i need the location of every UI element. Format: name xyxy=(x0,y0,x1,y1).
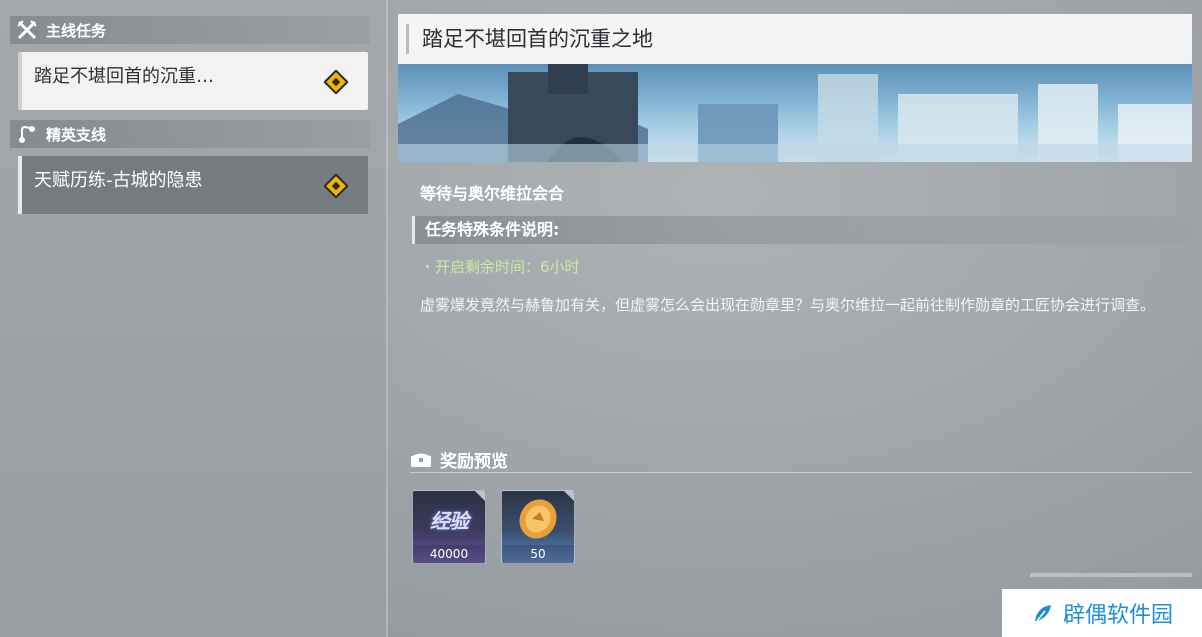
reward-preview-label: 奖励预览 xyxy=(440,451,508,472)
chest-icon xyxy=(410,450,432,468)
leaf-logo-icon xyxy=(1031,601,1055,625)
quest-item-title: 天赋历练-古城的隐患 xyxy=(34,170,203,191)
quest-item-title: 踏足不堪回首的沉重… xyxy=(34,66,214,87)
quest-title: 踏足不堪回首的沉重之地 xyxy=(398,14,1192,64)
reward-count: 40000 xyxy=(413,545,485,563)
corner-mark xyxy=(564,491,574,501)
elite-quest-category-label: 精英支线 xyxy=(46,125,107,144)
quest-banner-image xyxy=(398,64,1192,162)
quest-description: 虚雾爆发竟然与赫鲁加有关，但虚雾怎么会出现在勋章里？与奥尔维拉一起前往制作勋章的… xyxy=(420,296,1156,314)
reward-count: 50 xyxy=(502,545,574,563)
branch-icon xyxy=(16,123,38,145)
watermark-text: 辟偶软件园 xyxy=(1062,603,1173,628)
track-diamond-icon xyxy=(323,173,349,199)
reward-coin[interactable]: 50 xyxy=(501,490,575,564)
watermark: 辟偶软件园 xyxy=(1002,589,1202,637)
special-conditions-header: 任务特殊条件说明: xyxy=(412,216,1192,244)
exp-label: 经验 xyxy=(430,509,469,533)
quest-item-main[interactable]: 踏足不堪回首的沉重… xyxy=(18,52,368,110)
reward-exp[interactable]: 经验 40000 xyxy=(412,490,486,564)
corner-mark xyxy=(475,491,485,501)
reward-preview-header: 奖励预览 xyxy=(410,446,1192,473)
hidden-button-edge[interactable] xyxy=(1030,573,1192,577)
quest-list-panel: 主线任务 踏足不堪回首的沉重… 精英支线 天赋历练-古城的隐患 xyxy=(0,0,388,637)
time-remaining-condition: ・开启剩余时间：6小时 xyxy=(420,258,580,276)
main-quest-category-label: 主线任务 xyxy=(46,21,107,40)
quest-objective: 等待与奥尔维拉会合 xyxy=(420,184,565,203)
crossed-swords-icon xyxy=(16,19,38,41)
quest-detail-panel: 踏足不堪回首的沉重之地 等待与奥尔维拉会合 任务特殊条件说明: ・开启剩余时间：… xyxy=(398,14,1192,624)
coin-icon xyxy=(514,497,562,545)
track-diamond-icon xyxy=(323,69,349,95)
main-quest-category: 主线任务 xyxy=(10,16,370,44)
elite-quest-category: 精英支线 xyxy=(10,120,370,148)
quest-item-elite[interactable]: 天赋历练-古城的隐患 xyxy=(18,156,368,214)
